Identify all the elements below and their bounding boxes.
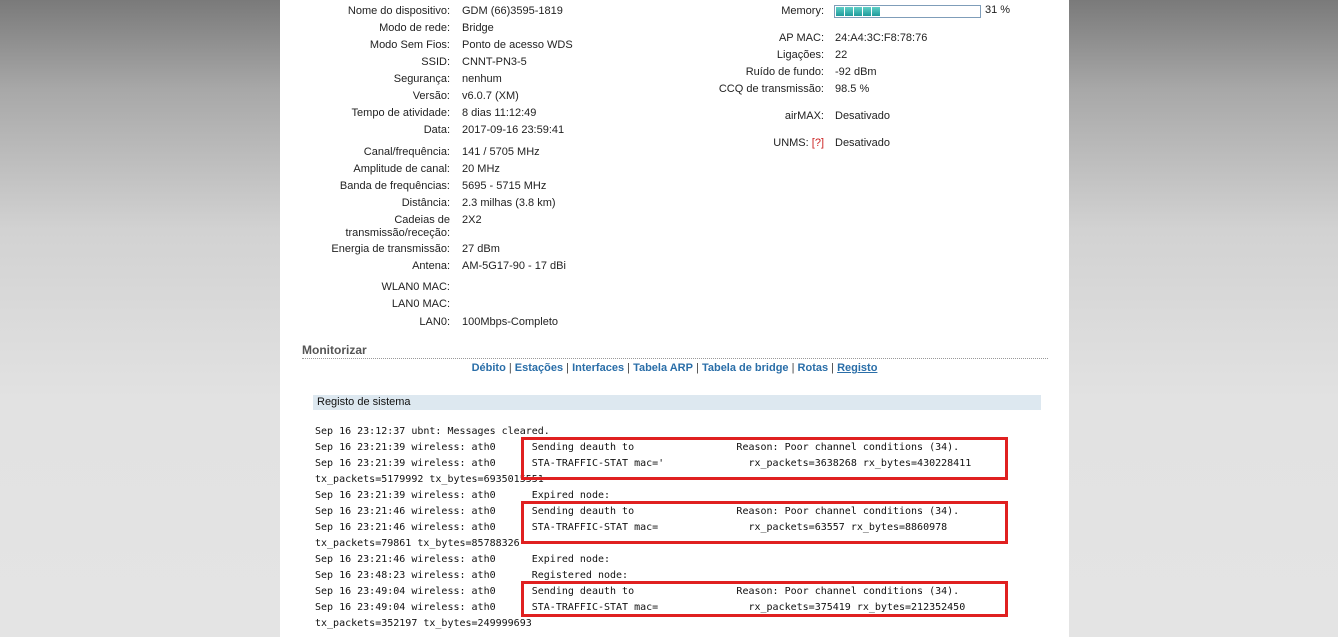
info-label: Ruído de fundo: xyxy=(746,65,824,80)
info-label: Antena: xyxy=(412,260,450,272)
info-label: Energia de transmissão: xyxy=(331,243,450,255)
log-line: Sep 16 23:12:37 ubnt: Messages cleared. xyxy=(315,426,550,437)
log-line: tx_packets=352197 tx_bytes=249999693 xyxy=(315,618,532,629)
memory-bar-segment xyxy=(872,7,880,16)
info-value: AM-5G17-90 - 17 dBi xyxy=(462,260,566,272)
info-label-line2: transmissão/receção: xyxy=(345,227,450,239)
monitor-tab-registo[interactable]: Registo xyxy=(837,362,877,374)
info-value: Desativado xyxy=(835,137,891,149)
memory-label: Memory: xyxy=(781,5,824,17)
memory-bar-segment xyxy=(845,7,853,16)
monitor-tab-rotas[interactable]: Rotas xyxy=(798,362,829,374)
info-label-text: UNMS: xyxy=(773,137,809,149)
info-label: AP MAC: xyxy=(779,31,824,46)
monitor-title: Monitorizar xyxy=(302,343,367,357)
info-label: LAN0: xyxy=(419,316,450,328)
info-value: 22 xyxy=(835,49,848,61)
info-value: Desativado xyxy=(835,110,891,122)
log-header: Registo de sistema xyxy=(313,395,1041,410)
memory-bar-segment xyxy=(863,7,871,16)
log-line: Sep 16 23:21:39 wireless: ath0 STA-TRAFF… xyxy=(315,458,972,469)
info-row: UNMS: [?] Desativado xyxy=(280,136,1069,151)
info-value: 2.3 milhas (3.8 km) xyxy=(462,197,556,209)
info-value: 27 dBm xyxy=(462,243,500,255)
log-line: Sep 16 23:21:39 wireless: ath0 Expired n… xyxy=(315,490,611,501)
monitor-tab-tabela-de-bridge[interactable]: Tabela de bridge xyxy=(702,362,789,374)
log-line: Sep 16 23:21:46 wireless: ath0 Sending d… xyxy=(315,506,960,517)
info-row: Amplitude de canal: 20 MHz xyxy=(280,162,1069,177)
info-row: airMAX: Desativado xyxy=(280,109,1069,124)
info-row: Banda de frequências: 5695 - 5715 MHz xyxy=(280,179,1069,194)
memory-progress-bar xyxy=(834,5,981,18)
info-label: CCQ de transmissão: xyxy=(719,82,824,97)
info-row: LAN0 MAC: xyxy=(280,297,1069,312)
status-page: Nome do dispositivo: GDM (66)3595-1819 Mod… xyxy=(280,0,1069,637)
monitor-tab-esta-es[interactable]: Estações xyxy=(515,362,563,374)
nav-separator: | xyxy=(505,362,515,374)
monitor-tab-tabela-arp[interactable]: Tabela ARP xyxy=(633,362,693,374)
log-line: Sep 16 23:21:39 wireless: ath0 Sending d… xyxy=(315,442,960,453)
info-value: 24:A4:3C:F8:78:76 xyxy=(835,32,928,44)
info-row: Energia de transmissão: 27 dBm xyxy=(280,242,1069,257)
system-log: Sep 16 23:12:37 ubnt: Messages cleared. S… xyxy=(315,424,971,632)
log-line: Sep 16 23:21:46 wireless: ath0 Expired n… xyxy=(315,554,611,565)
info-row: Ruído de fundo: -92 dBm xyxy=(280,65,1069,80)
monitor-tab-interfaces[interactable]: Interfaces xyxy=(572,362,624,374)
nav-separator: | xyxy=(692,362,702,374)
nav-separator: | xyxy=(563,362,573,374)
info-value: 2X2 xyxy=(462,214,482,226)
help-link[interactable]: [?] xyxy=(812,137,824,149)
info-label: UNMS: [?] xyxy=(773,136,824,151)
info-row: LAN0: 100Mbps-Completo xyxy=(280,315,1069,330)
memory-bar-segment xyxy=(836,7,844,16)
log-line: tx_packets=79861 tx_bytes=85788326 xyxy=(315,538,520,549)
info-value: 98.5 % xyxy=(835,83,870,95)
info-label: Ligações: xyxy=(777,48,824,63)
info-row: Cadeias de transmissão/receção: 2X2 xyxy=(280,213,1069,239)
info-label: LAN0 MAC: xyxy=(391,298,450,310)
log-line: tx_packets=5179992 tx_bytes=6935015551 xyxy=(315,474,544,485)
log-line: Sep 16 23:49:04 wireless: ath0 Sending d… xyxy=(315,586,960,597)
log-line: Sep 16 23:48:23 wireless: ath0 Registere… xyxy=(315,570,629,581)
info-label-text: Ligações: xyxy=(776,49,824,61)
memory-percent: 31 % xyxy=(985,4,1011,16)
info-label: airMAX: xyxy=(785,109,824,124)
info-row: Distância: 2.3 milhas (3.8 km) xyxy=(280,196,1069,211)
nav-separator: | xyxy=(828,362,838,374)
info-label: Amplitude de canal: xyxy=(353,163,450,175)
info-label-text: airMAX: xyxy=(784,110,824,122)
info-value: 5695 - 5715 MHz xyxy=(462,180,547,192)
info-row: CCQ de transmissão: 98.5 % xyxy=(280,82,1069,97)
info-row: WLAN0 MAC: xyxy=(280,280,1069,295)
info-value: 100Mbps-Completo xyxy=(462,316,558,328)
info-label-text: AP MAC: xyxy=(778,32,824,44)
info-value: 20 MHz xyxy=(462,163,500,175)
info-row: Ligações: 22 xyxy=(280,48,1069,63)
info-label-text: Ruído de fundo: xyxy=(745,66,824,78)
info-label: Distância: xyxy=(401,197,450,209)
info-row: Antena: AM-5G17-90 - 17 dBi xyxy=(280,259,1069,274)
memory-bar-segment xyxy=(854,7,862,16)
info-label-text: CCQ de transmissão: xyxy=(718,83,824,95)
monitor-nav: Débito | Estações | Interfaces | Tabela … xyxy=(280,362,1069,374)
info-row: AP MAC: 24:A4:3C:F8:78:76 xyxy=(280,31,1069,46)
nav-separator: | xyxy=(624,362,634,374)
monitor-tab-d-bito[interactable]: Débito xyxy=(472,362,506,374)
monitor-divider xyxy=(302,358,1048,359)
nav-separator: | xyxy=(788,362,798,374)
info-label: WLAN0 MAC: xyxy=(381,281,450,293)
memory-progress-fill xyxy=(836,7,880,16)
log-line: Sep 16 23:49:04 wireless: ath0 STA-TRAFF… xyxy=(315,602,966,613)
info-value: -92 dBm xyxy=(835,66,877,78)
log-line: Sep 16 23:21:46 wireless: ath0 STA-TRAFF… xyxy=(315,522,948,533)
info-label: Banda de frequências: xyxy=(339,180,450,192)
